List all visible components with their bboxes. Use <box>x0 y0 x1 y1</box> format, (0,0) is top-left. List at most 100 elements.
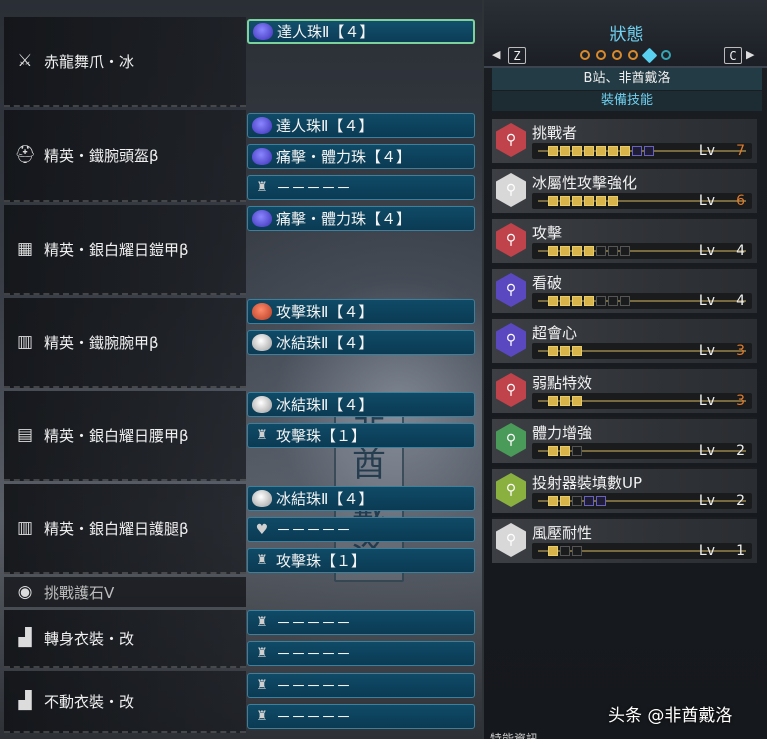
skill-gem-icon: ⚲ <box>496 273 526 307</box>
skill-level-pip <box>548 396 558 406</box>
decoration-slot[interactable]: ♜ －－－－－ <box>247 641 475 666</box>
equipment-row[interactable]: ◉ 挑戰護石Ⅴ <box>4 577 246 607</box>
decoration-label: 冰結珠Ⅱ【４】 <box>276 396 374 414</box>
equipment-row[interactable]: ▤ 精英・銀白耀日腰甲β <box>4 391 246 481</box>
skill-level-pip <box>620 246 630 256</box>
charm-icon: ◉ <box>17 582 33 602</box>
equipment-row[interactable]: ▥ 精英・銀白耀日護腿β <box>4 484 246 574</box>
decoration-label: 攻擊珠【１】 <box>276 552 367 570</box>
decoration-slot[interactable]: 冰結珠Ⅱ【４】 <box>247 486 475 511</box>
decoration-slot[interactable]: ♜ －－－－－ <box>247 673 475 698</box>
decoration-gem-icon <box>252 396 272 413</box>
decoration-gem-icon <box>253 23 273 40</box>
skill-name: 挑戰者 <box>532 124 578 142</box>
decoration-slot[interactable]: 達人珠Ⅱ【４】 <box>247 113 475 138</box>
decoration-slot[interactable]: ♥ －－－－－ <box>247 517 475 542</box>
decoration-slot[interactable]: 達人珠Ⅱ【４】 <box>247 19 475 44</box>
skill-gem-icon: ⚲ <box>496 473 526 507</box>
level-label: Lv <box>698 193 715 209</box>
equipment-row[interactable]: ▦ 精英・銀白耀日鎧甲β <box>4 205 246 295</box>
equipment-row[interactable]: ▟ 轉身衣裝・改 <box>4 610 246 668</box>
page-dot[interactable] <box>580 50 590 60</box>
decoration-slot[interactable]: 痛擊・體力珠【４】 <box>247 144 475 169</box>
arm-icon: ▥ <box>16 332 34 352</box>
skill-row[interactable]: ⚲ 超會心 Lv 3 <box>492 317 757 363</box>
weapon-icon: ⚔ <box>17 51 33 71</box>
skill-row[interactable]: ⚲ 體力增強 Lv 2 <box>492 417 757 463</box>
skill-row[interactable]: ⚲ 投射器裝填數UP Lv 2 <box>492 467 757 513</box>
skill-row[interactable]: ⚲ 風壓耐性 Lv 1 <box>492 517 757 563</box>
skill-level-pip <box>560 396 570 406</box>
leg-icon: ▥ <box>16 518 34 538</box>
skill-row[interactable]: ⚲ 挑戰者 Lv 7 <box>492 117 757 163</box>
next-arrow-icon[interactable]: ▶ <box>746 48 754 61</box>
decoration-label: －－－－－ <box>276 677 352 695</box>
skill-name: 體力增強 <box>532 424 593 442</box>
decoration-slot[interactable]: ♜ －－－－－ <box>247 704 475 729</box>
skill-level-pip <box>560 346 570 356</box>
level-label: Lv <box>698 293 715 309</box>
skill-row[interactable]: ⚲ 看破 Lv 4 <box>492 267 757 313</box>
skill-level: Lv 4 <box>699 293 745 309</box>
skill-name: 攻擊 <box>532 224 563 242</box>
decoration-gem-icon: ♜ <box>256 615 268 630</box>
equipment-name: 精英・鐵腕腕甲β <box>44 333 159 352</box>
skill-level-pip <box>632 146 642 156</box>
equipment-name: 轉身衣裝・改 <box>44 629 135 648</box>
skill-level-pip <box>572 196 582 206</box>
skill-row[interactable]: ⚲ 弱點特效 Lv 3 <box>492 367 757 413</box>
decoration-slot[interactable]: 冰結珠Ⅱ【４】 <box>247 330 475 355</box>
skill-level-pip <box>560 546 570 556</box>
equipment-name: 精英・銀白耀日護腿β <box>44 519 189 538</box>
skill-level-pip <box>584 296 594 306</box>
equipment-row[interactable]: ▟ 不動衣裝・改 <box>4 671 246 733</box>
decoration-label: 冰結珠Ⅱ【４】 <box>276 334 374 352</box>
next-set-key[interactable]: C <box>724 47 742 64</box>
page-dot[interactable] <box>661 50 671 60</box>
equipment-row[interactable]: ▥ 精英・鐵腕腕甲β <box>4 298 246 388</box>
skill-level-pip <box>572 146 582 156</box>
decoration-gem-icon: ♜ <box>256 428 268 443</box>
skill-level-pip <box>560 146 570 156</box>
decoration-gem-icon <box>252 334 272 351</box>
prev-set-key[interactable]: Z <box>508 47 526 64</box>
equipment-name: 精英・鐵腕頭盔β <box>44 146 159 165</box>
skill-level-pip <box>572 346 582 356</box>
equipment-name: 赤龍舞爪・冰 <box>44 52 135 71</box>
equipment-row[interactable]: ⛑ 精英・鐵腕頭盔β <box>4 110 246 202</box>
decoration-slot[interactable]: ♜ －－－－－ <box>247 175 475 200</box>
decoration-slot[interactable]: ♜ 攻擊珠【１】 <box>247 548 475 573</box>
level-label: Lv <box>698 543 715 559</box>
skill-level-pip <box>584 146 594 156</box>
equipment-row[interactable]: ⚔ 赤龍舞爪・冰 <box>4 17 246 107</box>
skill-level-pip <box>572 396 582 406</box>
skill-name: 超會心 <box>532 324 578 342</box>
skill-name: 弱點特效 <box>532 374 593 392</box>
page-dot[interactable] <box>612 50 622 60</box>
level-value: 3 <box>736 393 745 409</box>
skill-gem-icon: ⚲ <box>496 323 526 357</box>
equipment-name: 不動衣裝・改 <box>44 692 135 711</box>
page-dot[interactable] <box>596 50 606 60</box>
decoration-slot[interactable]: 攻擊珠Ⅱ【４】 <box>247 299 475 324</box>
skill-level-pip <box>560 296 570 306</box>
decoration-slot[interactable]: 痛擊・體力珠【４】 <box>247 206 475 231</box>
level-label: Lv <box>698 393 715 409</box>
level-label: Lv <box>698 493 715 509</box>
level-value: 2 <box>736 443 745 459</box>
prev-arrow-icon[interactable]: ◀ <box>492 48 500 61</box>
decoration-slot[interactable]: ♜ －－－－－ <box>247 610 475 635</box>
page-dot[interactable] <box>628 50 638 60</box>
skill-level-pip <box>548 546 558 556</box>
mantle-icon: ▟ <box>18 628 32 648</box>
skill-gem-icon: ⚲ <box>496 123 526 157</box>
level-value: 4 <box>736 243 745 259</box>
skill-level-pip <box>548 496 558 506</box>
decoration-slot[interactable]: 冰結珠Ⅱ【４】 <box>247 392 475 417</box>
skill-row[interactable]: ⚲ 攻擊 Lv 4 <box>492 217 757 263</box>
skill-row[interactable]: ⚲ 冰屬性攻擊強化 Lv 6 <box>492 167 757 213</box>
page-dot-active[interactable] <box>641 47 658 64</box>
level-value: 7 <box>736 143 745 159</box>
status-title: 狀態 <box>609 25 644 45</box>
decoration-slot[interactable]: ♜ 攻擊珠【１】 <box>247 423 475 448</box>
